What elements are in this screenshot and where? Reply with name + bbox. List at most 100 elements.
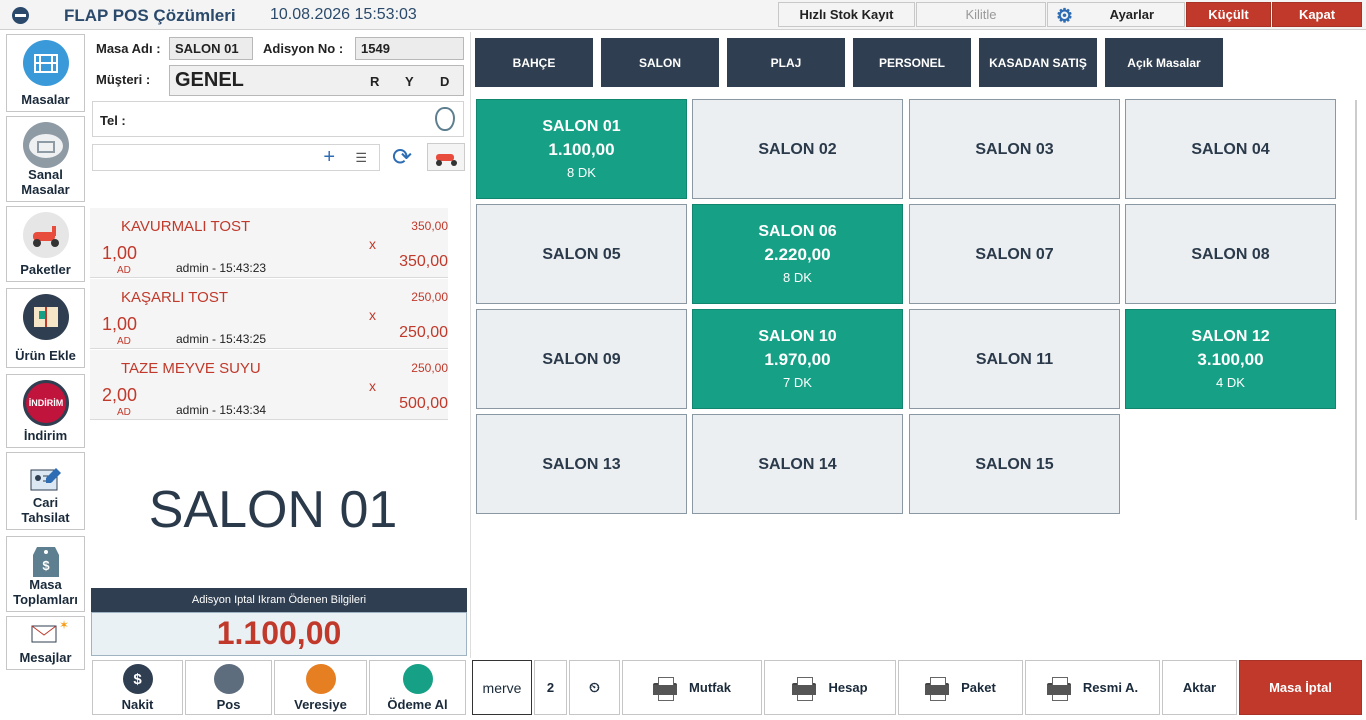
- user-button[interactable]: merve: [472, 660, 532, 715]
- flag-d[interactable]: D: [440, 74, 449, 89]
- coin-icon: $: [122, 664, 153, 694]
- phone-field[interactable]: Tel :: [92, 101, 464, 137]
- card-terminal-icon: [213, 664, 244, 694]
- list-icon[interactable]: ☰: [355, 150, 367, 166]
- transfer-button[interactable]: Aktar: [1162, 660, 1237, 715]
- take-payment-button[interactable]: Ödeme Al: [369, 660, 466, 715]
- button-label: Mutfak: [689, 680, 731, 695]
- delivery-button[interactable]: [427, 143, 465, 171]
- guest-count-button[interactable]: 2: [534, 660, 567, 715]
- refresh-icon[interactable]: ⟳: [384, 143, 420, 171]
- table-tile[interactable]: SALON 06 2.220,00 8 DK: [692, 204, 903, 304]
- scrollbar[interactable]: [1352, 100, 1360, 520]
- item-times: x: [369, 378, 376, 394]
- sidebar: Masalar Sanal Masalar Paketler Ürün Ekle…: [0, 32, 88, 720]
- table-tile[interactable]: SALON 15: [909, 414, 1120, 514]
- quick-stock-button[interactable]: Hızlı Stok Kayıt: [778, 2, 915, 27]
- bill-print-button[interactable]: Hesap: [764, 660, 896, 715]
- cash-button[interactable]: $ Nakit: [92, 660, 183, 715]
- table-tile[interactable]: SALON 02: [692, 99, 903, 199]
- close-button[interactable]: Kapat: [1272, 2, 1362, 27]
- item-user: admin - 15:43:23: [176, 261, 267, 275]
- table-tile-amount: 3.100,00: [1197, 349, 1264, 369]
- minimize-button[interactable]: Küçült: [1186, 2, 1271, 27]
- table-name-field: SALON 01: [169, 37, 253, 60]
- printer-icon: [1046, 675, 1071, 701]
- item-unit: AD: [117, 265, 131, 276]
- order-line[interactable]: TAZE MEYVE SUYU 250,00 2,00 AD admin - 1…: [90, 350, 448, 420]
- table-tile-name: SALON 15: [975, 455, 1054, 473]
- credit-button[interactable]: Veresiye: [274, 660, 367, 715]
- sidebar-item-table-totals[interactable]: $ Masa Toplamları: [6, 536, 85, 612]
- printer-icon: [653, 675, 678, 701]
- book-icon: [23, 294, 69, 340]
- table-tile-name: SALON 12: [1191, 327, 1270, 345]
- order-line[interactable]: KAŞARLI TOST 250,00 1,00 AD admin - 15:4…: [90, 279, 448, 349]
- customer-label: Müşteri :: [96, 72, 151, 87]
- flag-r[interactable]: R: [370, 74, 379, 89]
- location-pin-icon[interactable]: [435, 107, 455, 131]
- table-tile[interactable]: SALON 12 3.100,00 4 DK: [1125, 309, 1336, 409]
- item-unit: AD: [117, 407, 131, 418]
- payment-label: Pos: [216, 697, 241, 712]
- sidebar-item-tables[interactable]: Masalar: [6, 34, 85, 112]
- table-tile-name: SALON 03: [975, 140, 1054, 158]
- item-name: KAŞARLI TOST: [121, 289, 228, 306]
- tables-icon: [23, 40, 69, 86]
- table-tile[interactable]: SALON 01 1.100,00 8 DK: [476, 99, 687, 199]
- package-print-button[interactable]: Paket: [898, 660, 1023, 715]
- table-tile[interactable]: SALON 10 1.970,00 7 DK: [692, 309, 903, 409]
- category-tab-plaj[interactable]: PLAJ: [727, 38, 845, 87]
- category-tab-personel[interactable]: PERSONEL: [853, 38, 971, 87]
- scooter-icon: [23, 212, 69, 258]
- table-name-label: Masa Adı :: [96, 41, 161, 56]
- item-times: x: [369, 236, 376, 252]
- official-print-button[interactable]: Resmi A.: [1025, 660, 1160, 715]
- item-total: 500,00: [399, 395, 448, 412]
- button-label: Hesap: [828, 680, 868, 695]
- cancel-table-button[interactable]: Masa İptal: [1239, 660, 1362, 715]
- timer-icon: ⏲: [589, 679, 600, 695]
- table-tile[interactable]: SALON 05: [476, 204, 687, 304]
- sidebar-item-account-collection[interactable]: Cari Tahsilat: [6, 452, 85, 530]
- sidebar-item-messages[interactable]: ✶ Mesajlar: [6, 616, 85, 670]
- settings-button[interactable]: ⚙ Ayarlar: [1047, 2, 1185, 27]
- lock-button[interactable]: Kilitle: [916, 2, 1046, 27]
- wallet-icon: [402, 664, 433, 694]
- payment-label: Ödeme Al: [387, 697, 448, 712]
- table-tile[interactable]: SALON 09: [476, 309, 687, 409]
- sidebar-item-add-product[interactable]: Ürün Ekle: [6, 288, 85, 368]
- table-tile[interactable]: SALON 07: [909, 204, 1120, 304]
- category-tab-salon[interactable]: SALON: [601, 38, 719, 87]
- flag-y[interactable]: Y: [405, 74, 414, 89]
- category-tab-open-tables[interactable]: Açık Masalar: [1105, 38, 1223, 87]
- envelope-icon: ✶: [23, 617, 69, 647]
- sidebar-label: İndirim: [23, 428, 68, 443]
- order-line[interactable]: KAVURMALI TOST 350,00 1,00 AD admin - 15…: [90, 208, 448, 278]
- product-search[interactable]: + ☰: [92, 144, 380, 171]
- sidebar-item-virtual-tables[interactable]: Sanal Masalar: [6, 116, 85, 202]
- category-tab-bahce[interactable]: BAHÇE: [475, 38, 593, 87]
- item-qty: 1,00: [102, 243, 138, 263]
- category-tab-counter-sale[interactable]: KASADAN SATIŞ: [979, 38, 1097, 87]
- sidebar-item-discount[interactable]: İNDİRİM İndirim: [6, 374, 85, 448]
- pos-button[interactable]: Pos: [185, 660, 272, 715]
- item-total: 250,00: [399, 324, 448, 341]
- table-tile[interactable]: SALON 03: [909, 99, 1120, 199]
- table-tile-amount: 2.220,00: [764, 244, 831, 264]
- svg-text:✶: ✶: [59, 618, 69, 632]
- sidebar-label: Paketler: [20, 262, 71, 277]
- sidebar-item-packages[interactable]: Paketler: [6, 206, 85, 282]
- plus-icon[interactable]: +: [323, 146, 335, 169]
- kitchen-print-button[interactable]: Mutfak: [622, 660, 762, 715]
- table-tile-name: SALON 06: [758, 222, 837, 240]
- timer-button[interactable]: ⏲: [569, 660, 620, 715]
- customer-field[interactable]: GENEL: [169, 65, 464, 96]
- table-tile[interactable]: SALON 08: [1125, 204, 1336, 304]
- table-tile[interactable]: SALON 11: [909, 309, 1120, 409]
- table-tile[interactable]: SALON 14: [692, 414, 903, 514]
- item-qty: 2,00: [102, 385, 138, 405]
- table-tile[interactable]: SALON 04: [1125, 99, 1336, 199]
- sidebar-label: Sanal Masalar: [21, 167, 70, 197]
- table-tile[interactable]: SALON 13: [476, 414, 687, 514]
